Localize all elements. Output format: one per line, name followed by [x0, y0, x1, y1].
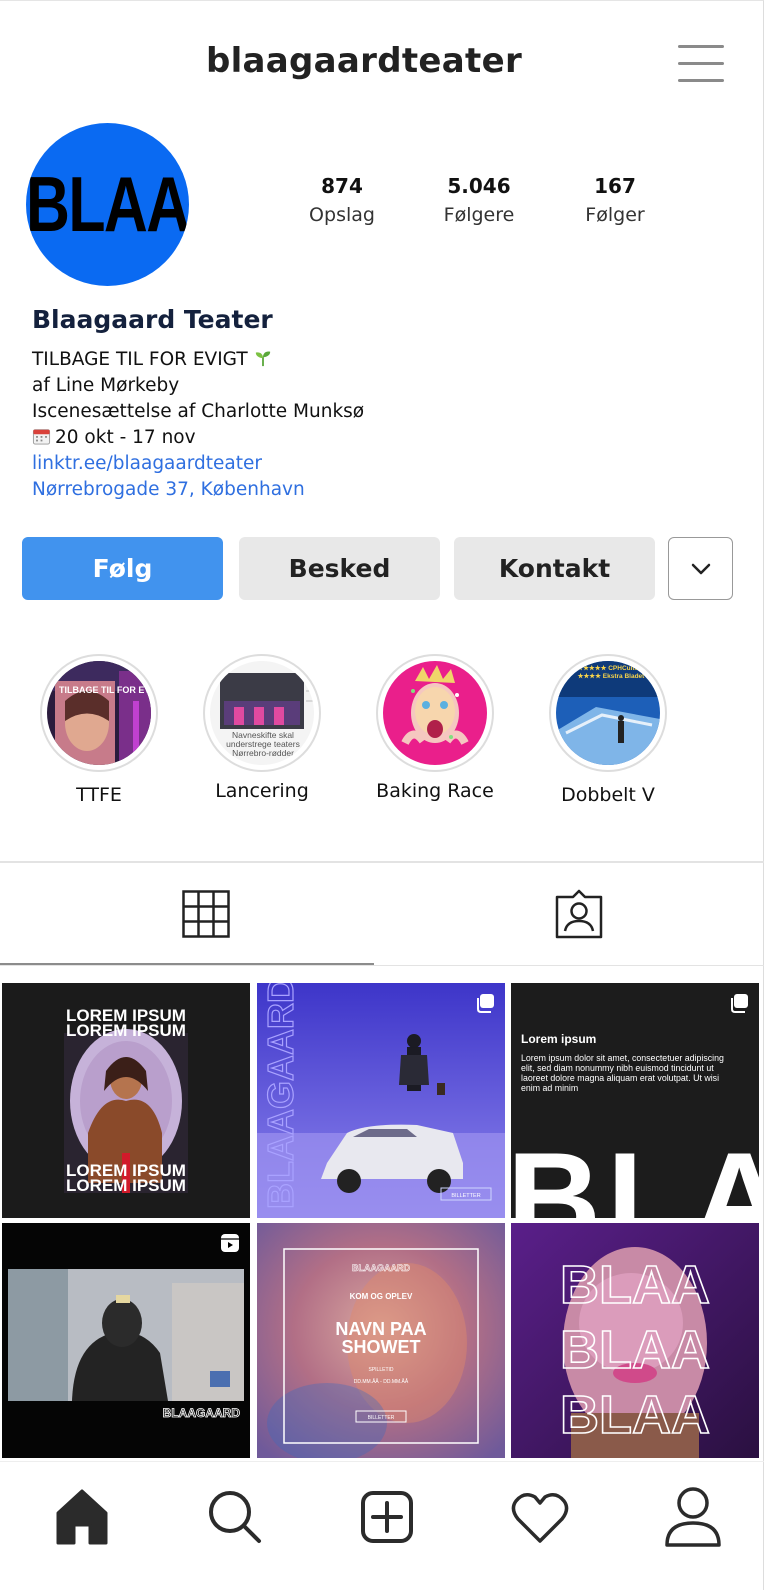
post-4-brand-text: BLAAGAARD	[163, 1406, 241, 1420]
highlight-lancering[interactable]: Navneskifte skal understrege teaters Nør…	[203, 654, 321, 802]
post-5-small-2: DD.MM.ÅÅ - DD.MM.ÅÅ	[354, 1378, 409, 1385]
post-tile-4[interactable]: BLAAGAARD	[2, 1223, 250, 1458]
post-tile-1[interactable]: LOREM IPSUM LOREM IPSUM LOREM IPSUM LORE…	[2, 983, 250, 1218]
post-5-brand: BLAAGAARD	[352, 1263, 410, 1273]
calendar-icon	[32, 429, 51, 445]
tabs-bottom-divider	[0, 965, 764, 966]
highlight-ttfe-label: TTFE	[76, 784, 122, 806]
profile-username: blaagaardteater	[205, 41, 523, 81]
post-5-image: BLAAGAARD KOM OG OPLEV NAVN PAA SHOWET S…	[257, 1223, 505, 1458]
post-6-word-2: BLAA	[560, 1320, 710, 1380]
grid-posts-tab-icon[interactable]	[182, 890, 230, 938]
bottom-nav-divider	[0, 1461, 764, 1462]
bio-line-4: 20 okt - 17 nov	[55, 427, 196, 448]
profile-avatar[interactable]: BLAA	[26, 123, 189, 286]
heart-icon[interactable]	[502, 1479, 578, 1555]
highlight-lancering-image: Navneskifte skal understrege teaters Nør…	[210, 661, 314, 765]
profile-icon[interactable]	[655, 1479, 731, 1555]
post-6-word-3: BLAA	[560, 1385, 710, 1445]
stat-followers-label: Følgere	[443, 204, 515, 226]
follow-button[interactable]: Følg	[22, 537, 223, 600]
post-tile-3[interactable]: Lorem ipsum Lorem ipsum dolor sit amet, …	[511, 983, 759, 1218]
highlight-baking-race[interactable]: Baking Race	[376, 654, 494, 802]
bio-line-2: af Line Mørkeby	[32, 375, 180, 396]
post-4-image: BLAAGAARD	[8, 1269, 244, 1420]
create-post-icon[interactable]	[349, 1479, 425, 1555]
post-6-word-1: BLAA	[560, 1255, 710, 1315]
chevron-down-icon	[691, 563, 710, 574]
post-tile-6[interactable]: BLAA BLAA BLAA	[511, 1223, 759, 1458]
highlight-baking-race-image	[383, 661, 487, 765]
post-5-subtitle: KOM OG OPLEV	[350, 1292, 413, 1301]
post-tile-5[interactable]: BLAAGAARD KOM OG OPLEV NAVN PAA SHOWET S…	[257, 1223, 505, 1458]
home-icon[interactable]	[44, 1479, 120, 1555]
instagram-profile-page: blaagaardteater BLAA 874 Opslag 5.046 Fø…	[0, 0, 764, 1590]
stat-following-label: Følger	[585, 204, 645, 226]
highlight-dobbelt-v[interactable]: ★★★★★ CPHCulture ★★★★ Ekstra Bladet Dobb…	[549, 654, 667, 806]
stat-posts-label: Opslag	[309, 204, 375, 226]
highlight-dobbelt-v-cover: ★★★★★ CPHCulture ★★★★ Ekstra Bladet	[556, 661, 660, 765]
post-tile-2[interactable]: BLAAGAARD BILLETTER	[257, 983, 505, 1218]
reel-icon	[221, 1234, 239, 1252]
post-3-big-text: BLAA	[511, 1125, 759, 1218]
post-5-title-2: SHOWET	[342, 1337, 421, 1357]
post-2-image: BLAAGAARD BILLETTER	[257, 983, 505, 1218]
stat-following[interactable]: 167 Følger	[555, 173, 675, 231]
carousel-icon	[477, 994, 494, 1013]
bio-line-3: Iscenesættelse af Charlotte Munksø	[32, 401, 365, 422]
highlight-dobbelt-v-label: Dobbelt V	[561, 784, 655, 806]
stat-followers-value: 5.046	[447, 174, 511, 198]
carousel-icon	[731, 994, 748, 1013]
post-1-bottom-line-2: LOREM IPSUM	[66, 1176, 186, 1195]
highlight-ttfe-image: TILBAGE TIL FOR EVIGT	[47, 661, 151, 765]
stat-following-value: 167	[594, 174, 636, 198]
post-1-top-line-2: LOREM IPSUM	[66, 1021, 186, 1040]
post-3-image: Lorem ipsum Lorem ipsum dolor sit amet, …	[511, 1032, 759, 1218]
message-button[interactable]: Besked	[239, 537, 440, 600]
highlight-lancering-cover: Navneskifte skal understrege teaters Nør…	[210, 661, 314, 765]
profile-bio: TILBAGE TIL FOR EVIGT af Line Mørkeby Is…	[32, 347, 364, 503]
tagged-posts-tab-icon[interactable]	[553, 889, 605, 941]
highlight-dobbelt-v-image-text: ★★★★★ CPHCulture ★★★★ Ekstra Bladet	[577, 665, 645, 680]
profile-display-name: Blaagaard Teater	[32, 305, 273, 334]
avatar-logo-text: BLAA	[26, 160, 189, 248]
post-2-side-text: BLAAGAARD	[260, 983, 301, 1209]
search-icon[interactable]	[197, 1479, 273, 1555]
stat-posts[interactable]: 874 Opslag	[282, 173, 402, 231]
suggested-dropdown-button[interactable]	[668, 537, 733, 600]
stat-followers[interactable]: 5.046 Følgere	[419, 173, 539, 231]
highlight-lancering-image-text: Navneskifte skal understrege teaters Nør…	[226, 731, 300, 758]
post-3-title: Lorem ipsum	[521, 1032, 596, 1046]
post-2-button-text: BILLETTER	[451, 1193, 480, 1199]
post-5-title-1: NAVN PAA	[335, 1319, 426, 1339]
profile-address[interactable]: Nørrebrogade 37, København	[32, 477, 364, 503]
tabs-top-divider	[0, 861, 764, 863]
stat-posts-value: 874	[321, 174, 363, 198]
contact-button[interactable]: Kontakt	[454, 537, 655, 600]
post-5-button-text: BILLETTER	[368, 1415, 395, 1421]
highlight-ttfe[interactable]: TILBAGE TIL FOR EVIGT TTFE	[40, 654, 158, 806]
highlight-baking-race-label: Baking Race	[376, 780, 494, 802]
seedling-icon	[255, 351, 270, 367]
post-1-image: LOREM IPSUM LOREM IPSUM LOREM IPSUM LORE…	[64, 1006, 188, 1195]
highlight-baking-race-cover	[383, 661, 487, 765]
post-5-small-1: SPILLETID	[368, 1367, 393, 1373]
bio-line-1: TILBAGE TIL FOR EVIGT	[32, 349, 248, 370]
highlight-ttfe-image-text: TILBAGE TIL FOR EVIGT	[59, 685, 151, 695]
highlight-dobbelt-v-image: ★★★★★ CPHCulture ★★★★ Ekstra Bladet	[556, 661, 660, 765]
highlight-ttfe-cover: TILBAGE TIL FOR EVIGT	[47, 661, 151, 765]
profile-link[interactable]: linktr.ee/blaagaardteater	[32, 451, 364, 477]
highlight-lancering-label: Lancering	[215, 780, 309, 802]
post-3-body: Lorem ipsum dolor sit amet, consectetuer…	[521, 1053, 724, 1093]
post-6-image: BLAA BLAA BLAA	[511, 1223, 759, 1458]
hamburger-menu-icon[interactable]	[678, 45, 724, 83]
